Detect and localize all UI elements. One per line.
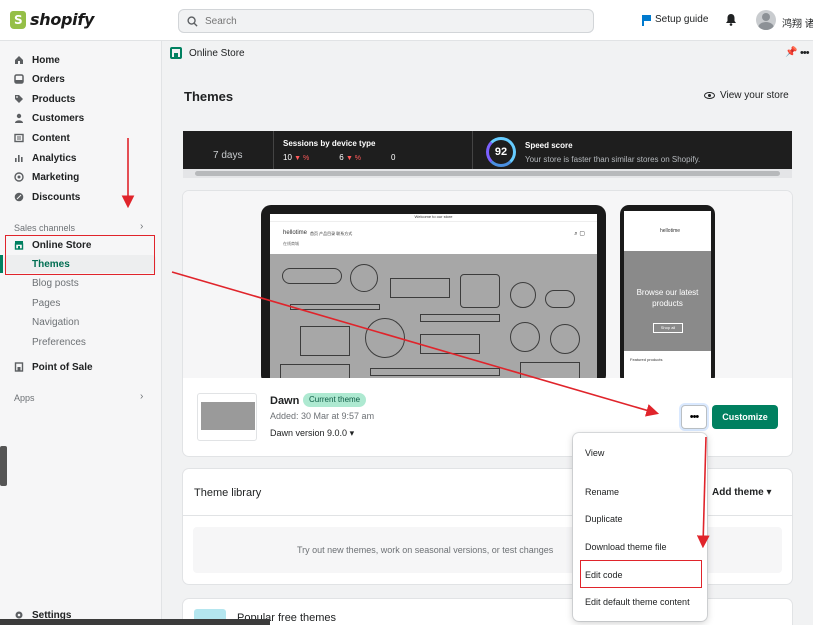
horizontal-scrollbar[interactable] — [183, 169, 792, 178]
sidebar-item-products[interactable]: Products — [14, 91, 75, 107]
status-bar — [0, 619, 270, 625]
sidebar-item-blog-posts[interactable]: Blog posts — [32, 278, 79, 289]
speed-score-ring: 92 — [486, 137, 516, 167]
username[interactable]: 鸿翔 诸 — [782, 15, 813, 30]
view-store-link[interactable]: View your store — [704, 90, 789, 101]
search-input[interactable] — [205, 15, 565, 27]
sales-channels-label: Sales channels — [14, 223, 76, 233]
theme-library-title: Theme library — [194, 487, 262, 499]
sidebar-item-orders[interactable]: Orders — [14, 71, 65, 87]
menu-item-view[interactable]: View — [585, 448, 604, 458]
breadcrumb: Online Store — [170, 47, 245, 59]
chevron-down-icon: ▾ — [766, 487, 772, 498]
pin-icon[interactable]: 📌 — [785, 47, 797, 59]
down-arrow-icon: ▼ % — [294, 155, 310, 162]
sidebar-item-preferences[interactable]: Preferences — [32, 337, 86, 348]
avatar[interactable] — [756, 10, 776, 30]
sidebar: Home Orders Products Customers Content A… — [0, 41, 162, 625]
menu-item-download[interactable]: Download theme file — [585, 542, 667, 552]
speed-title: Speed score — [525, 141, 573, 150]
mobile-preview: hellotime Browse our latest products Sho… — [620, 205, 715, 378]
hero-image — [270, 254, 597, 378]
current-theme-card: Welcome to our store hellotime 在线商城 首页 产… — [183, 191, 792, 456]
library-empty-text: Try out new themes, work on seasonal ver… — [297, 545, 554, 555]
apps-chevron-icon[interactable]: › — [140, 391, 143, 402]
mobile-shop-button: Shop all — [653, 323, 683, 333]
bell-icon[interactable] — [725, 13, 737, 26]
store-subtitle: 在线商城 — [283, 241, 299, 246]
stats-banner: 7 days Sessions by device type 10 ▼ % 6 … — [183, 131, 792, 178]
search-bar[interactable] — [178, 9, 594, 33]
cart-icon: ⌕ ▢ — [574, 231, 585, 237]
sidebar-item-navigation[interactable]: Navigation — [32, 317, 79, 328]
menu-item-edit-default-content[interactable]: Edit default theme content — [585, 597, 690, 607]
annotation-box-online-store — [5, 235, 155, 275]
logo-text: shopify — [30, 10, 95, 29]
page-title: Themes — [184, 89, 234, 104]
home-icon — [15, 56, 23, 64]
active-nav-indicator — [0, 255, 3, 273]
date-range[interactable]: 7 days — [213, 150, 242, 161]
announcement-bar: Welcome to our store — [270, 214, 597, 222]
sidebar-item-point-of-sale[interactable]: Point of Sale — [14, 359, 93, 375]
sessions-values: 10 ▼ % 6 ▼ % 0 — [283, 153, 396, 162]
theme-version[interactable]: Dawn version 9.0.0 ▾ — [270, 428, 354, 439]
pos-store-icon — [14, 362, 24, 372]
stats-divider — [472, 131, 473, 169]
sessions-title: Sessions by device type — [283, 139, 376, 148]
online-store-icon — [170, 47, 182, 59]
bar-chart-icon — [15, 155, 23, 162]
mobile-store-name: hellotime — [660, 228, 681, 234]
store-nav: 首页 产品目录 联系方式 — [310, 231, 353, 236]
sidebar-item-analytics[interactable]: Analytics — [14, 150, 76, 166]
stats-divider — [273, 131, 274, 169]
top-bar: shopify Setup guide 鸿翔 诸 — [0, 0, 813, 41]
chevron-down-icon: ▾ — [349, 428, 355, 438]
search-icon — [187, 15, 198, 27]
content-icon — [14, 133, 24, 143]
theme-name: Dawn — [270, 395, 300, 407]
setup-guide-label: Setup guide — [655, 14, 709, 25]
setup-guide-button[interactable]: Setup guide — [642, 14, 709, 26]
theme-preview: Welcome to our store hellotime 在线商城 首页 产… — [183, 191, 792, 378]
add-theme-button[interactable]: Add theme ▾ — [712, 487, 771, 498]
tag-icon — [15, 95, 23, 103]
side-panel-handle[interactable] — [0, 446, 7, 486]
theme-added-date: Added: 30 Mar at 9:57 am — [270, 411, 375, 421]
discount-icon — [14, 192, 24, 202]
sidebar-item-marketing[interactable]: Marketing — [14, 169, 79, 185]
theme-thumbnail — [197, 393, 257, 441]
theme-actions-button[interactable]: ••• — [681, 405, 707, 429]
sidebar-item-content[interactable]: Content — [14, 130, 70, 146]
sidebar-item-home[interactable]: Home — [14, 52, 60, 68]
sidebar-item-discounts[interactable]: Discounts — [14, 189, 80, 205]
speed-description: Your store is faster than similar stores… — [525, 155, 701, 164]
apps-label: Apps — [14, 393, 35, 403]
sales-channels-chevron-icon[interactable]: › — [140, 221, 143, 232]
customize-button[interactable]: Customize — [712, 405, 778, 429]
breadcrumb-label: Online Store — [189, 47, 245, 59]
flag-icon — [642, 14, 651, 26]
down-arrow-icon: ▼ % — [345, 155, 362, 162]
theme-actions-menu: View Rename Duplicate Download theme fil… — [573, 433, 707, 621]
menu-item-rename[interactable]: Rename — [585, 487, 619, 497]
store-name: hellotime — [283, 230, 308, 236]
sidebar-item-customers[interactable]: Customers — [14, 110, 84, 126]
sidebar-item-pages[interactable]: Pages — [32, 298, 60, 309]
current-theme-badge: Current theme — [303, 393, 367, 407]
shopify-logo[interactable]: shopify — [10, 10, 94, 29]
eye-icon — [704, 92, 715, 99]
target-icon — [14, 172, 24, 182]
shopify-bag-icon — [10, 10, 26, 29]
desktop-preview: Welcome to our store hellotime 在线商城 首页 产… — [261, 205, 606, 378]
mobile-featured: Featured products — [630, 357, 663, 362]
orders-icon — [14, 74, 24, 84]
mobile-hero-text: Browse our latest products — [636, 288, 699, 308]
person-icon — [15, 113, 23, 123]
annotation-box-edit-code — [580, 560, 702, 588]
menu-item-duplicate[interactable]: Duplicate — [585, 514, 623, 524]
more-actions-icon[interactable]: ••• — [800, 47, 810, 59]
